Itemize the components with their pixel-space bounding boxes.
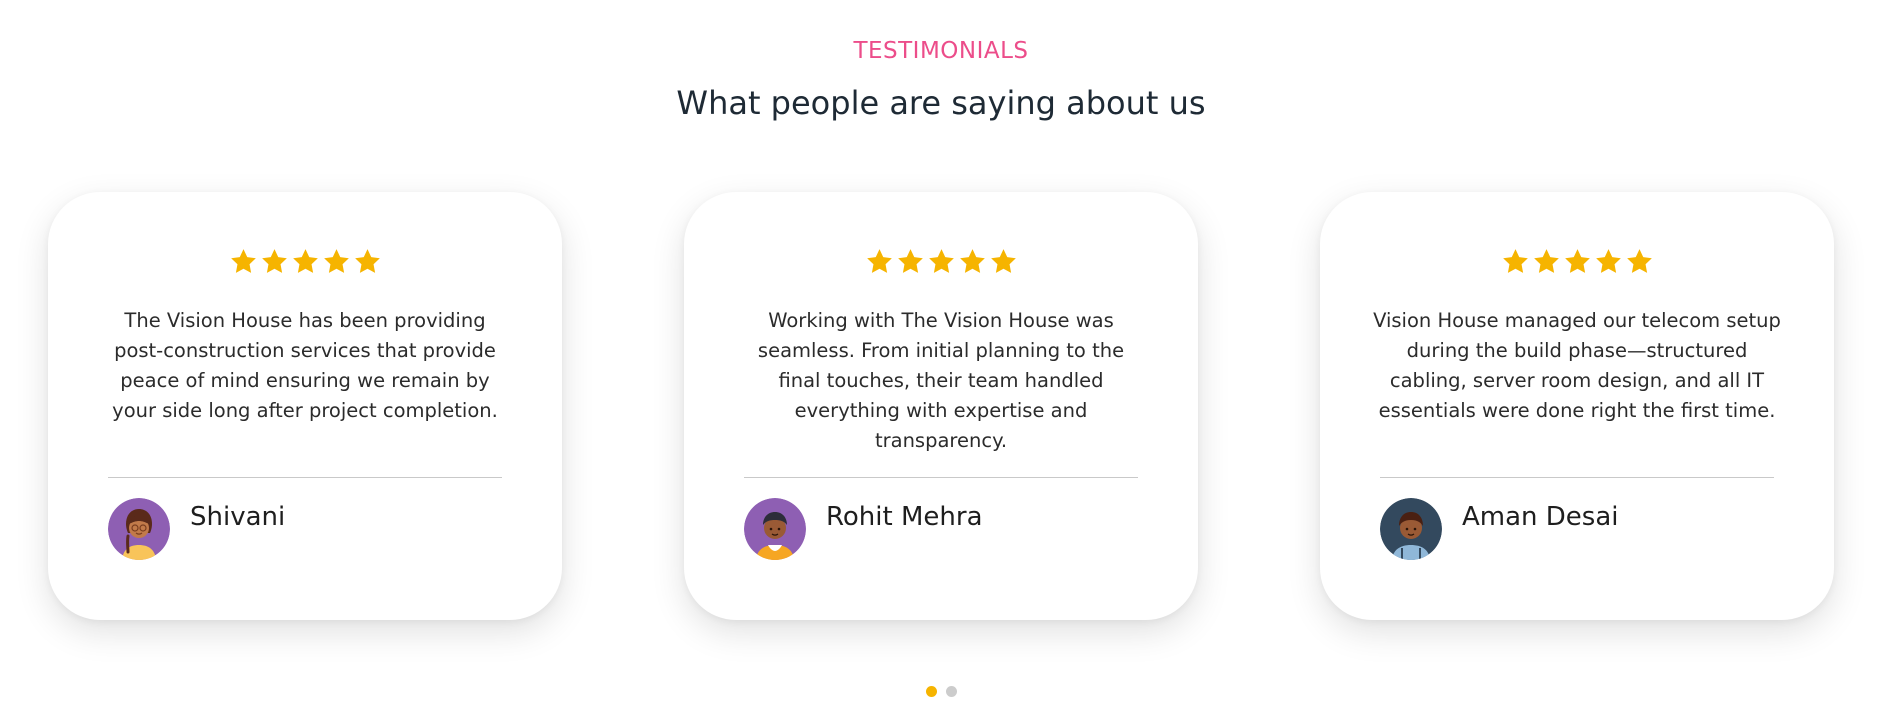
star-icon <box>1595 249 1621 273</box>
star-icon <box>230 249 256 273</box>
star-icon <box>959 249 985 273</box>
testimonials-section: TESTIMONIALS What people are saying abou… <box>0 0 1882 727</box>
carousel-dot-2[interactable] <box>945 686 957 697</box>
divider <box>744 477 1138 478</box>
carousel-dot-1[interactable] <box>925 686 937 697</box>
star-icon <box>1502 249 1528 273</box>
section-heading: What people are saying about us <box>676 84 1206 122</box>
boy-avatar-icon <box>744 498 806 560</box>
star-icon <box>928 249 954 273</box>
divider <box>1380 477 1774 478</box>
divider <box>108 477 502 478</box>
girl-avatar-icon <box>108 498 170 560</box>
reviewer-name: Rohit Mehra <box>826 502 983 532</box>
star-icon <box>354 249 380 273</box>
star-icon <box>292 249 318 273</box>
carousel-pagination <box>0 686 1882 697</box>
star-icon <box>323 249 349 273</box>
star-icon <box>1626 249 1652 273</box>
reviewer-name: Aman Desai <box>1462 502 1619 532</box>
testimonial-card: The Vision House has been providing post… <box>48 192 562 620</box>
star-icon <box>866 249 892 273</box>
boy-avatar-icon <box>1380 498 1442 560</box>
testimonial-quote: Vision House managed our telecom setup d… <box>1373 309 1781 422</box>
star-icon <box>897 249 923 273</box>
star-icon <box>261 249 287 273</box>
star-icon <box>1533 249 1559 273</box>
star-rating <box>1320 247 1834 276</box>
testimonial-card: Vision House managed our telecom setup d… <box>1320 192 1834 620</box>
star-rating <box>684 247 1198 276</box>
section-eyebrow: TESTIMONIALS <box>853 38 1029 64</box>
reviewer-name: Shivani <box>190 502 286 532</box>
star-rating <box>48 247 562 276</box>
testimonial-quote: The Vision House has been providing post… <box>112 309 498 422</box>
star-icon <box>1564 249 1590 273</box>
star-icon <box>990 249 1016 273</box>
testimonial-quote: Working with The Vision House was seamle… <box>757 309 1125 452</box>
testimonial-card: Working with The Vision House was seamle… <box>684 192 1198 620</box>
